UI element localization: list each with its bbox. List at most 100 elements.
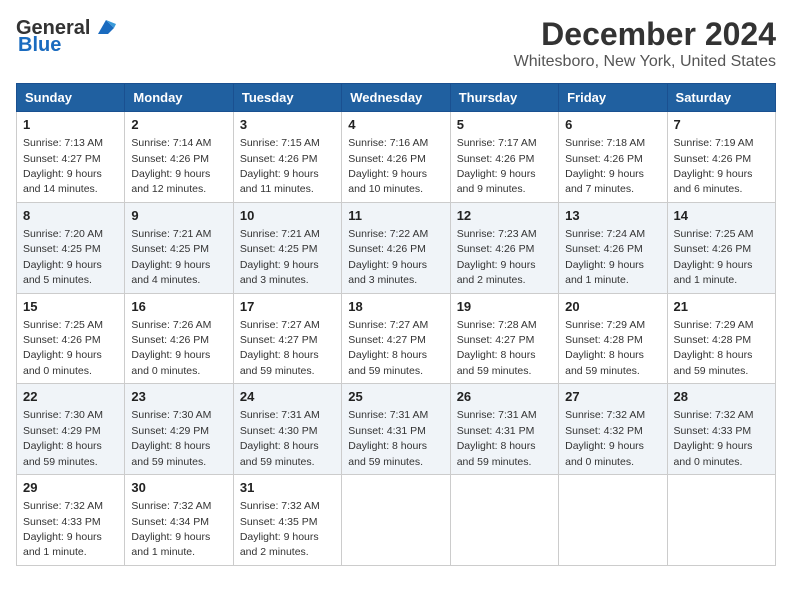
day-number: 17 [240,298,335,316]
calendar-cell: 21 Sunrise: 7:29 AM Sunset: 4:28 PM Dayl… [667,293,775,384]
daylight-info: Daylight: 9 hours and 3 minutes. [348,259,427,286]
sunset-info: Sunset: 4:32 PM [565,425,643,437]
header-saturday: Saturday [667,84,775,112]
sunrise-info: Sunrise: 7:23 AM [457,228,537,240]
daylight-info: Daylight: 8 hours and 59 minutes. [348,349,427,376]
daylight-info: Daylight: 9 hours and 0 minutes. [674,440,753,467]
sunset-info: Sunset: 4:25 PM [23,243,101,255]
sunset-info: Sunset: 4:27 PM [457,334,535,346]
sunrise-info: Sunrise: 7:19 AM [674,137,754,149]
calendar-cell: 22 Sunrise: 7:30 AM Sunset: 4:29 PM Dayl… [17,384,125,475]
daylight-info: Daylight: 9 hours and 1 minute. [674,259,753,286]
sunset-info: Sunset: 4:29 PM [131,425,209,437]
sunset-info: Sunset: 4:26 PM [674,243,752,255]
day-number: 25 [348,388,443,406]
sunset-info: Sunset: 4:26 PM [348,153,426,165]
sunrise-info: Sunrise: 7:29 AM [674,319,754,331]
day-number: 5 [457,116,552,134]
calendar-cell: 25 Sunrise: 7:31 AM Sunset: 4:31 PM Dayl… [342,384,450,475]
sunrise-info: Sunrise: 7:31 AM [348,409,428,421]
calendar-cell: 26 Sunrise: 7:31 AM Sunset: 4:31 PM Dayl… [450,384,558,475]
sunrise-info: Sunrise: 7:28 AM [457,319,537,331]
daylight-info: Daylight: 9 hours and 10 minutes. [348,168,427,195]
day-number: 28 [674,388,769,406]
day-number: 2 [131,116,226,134]
daylight-info: Daylight: 8 hours and 59 minutes. [348,440,427,467]
sunset-info: Sunset: 4:26 PM [674,153,752,165]
day-number: 14 [674,207,769,225]
calendar-cell: 1 Sunrise: 7:13 AM Sunset: 4:27 PM Dayli… [17,112,125,203]
sunset-info: Sunset: 4:27 PM [348,334,426,346]
day-number: 6 [565,116,660,134]
header-sunday: Sunday [17,84,125,112]
calendar-cell: 28 Sunrise: 7:32 AM Sunset: 4:33 PM Dayl… [667,384,775,475]
sunset-info: Sunset: 4:27 PM [240,334,318,346]
week-row-2: 8 Sunrise: 7:20 AM Sunset: 4:25 PM Dayli… [17,202,776,293]
daylight-info: Daylight: 8 hours and 59 minutes. [131,440,210,467]
header-friday: Friday [559,84,667,112]
sunset-info: Sunset: 4:35 PM [240,516,318,528]
calendar-cell: 9 Sunrise: 7:21 AM Sunset: 4:25 PM Dayli… [125,202,233,293]
daylight-info: Daylight: 9 hours and 4 minutes. [131,259,210,286]
day-number: 15 [23,298,118,316]
sunset-info: Sunset: 4:27 PM [23,153,101,165]
sunset-info: Sunset: 4:26 PM [457,243,535,255]
calendar-cell: 7 Sunrise: 7:19 AM Sunset: 4:26 PM Dayli… [667,112,775,203]
day-number: 23 [131,388,226,406]
calendar-cell: 24 Sunrise: 7:31 AM Sunset: 4:30 PM Dayl… [233,384,341,475]
logo-icon [94,16,118,40]
sunrise-info: Sunrise: 7:31 AM [240,409,320,421]
calendar-header-row: SundayMondayTuesdayWednesdayThursdayFrid… [17,84,776,112]
sunset-info: Sunset: 4:31 PM [457,425,535,437]
sunrise-info: Sunrise: 7:17 AM [457,137,537,149]
daylight-info: Daylight: 9 hours and 2 minutes. [457,259,536,286]
day-number: 3 [240,116,335,134]
daylight-info: Daylight: 9 hours and 1 minute. [23,531,102,558]
sunset-info: Sunset: 4:26 PM [457,153,535,165]
logo-blue: Blue [18,34,61,57]
sunrise-info: Sunrise: 7:32 AM [131,500,211,512]
daylight-info: Daylight: 9 hours and 0 minutes. [131,349,210,376]
calendar-cell [342,475,450,566]
sunset-info: Sunset: 4:34 PM [131,516,209,528]
calendar-cell: 29 Sunrise: 7:32 AM Sunset: 4:33 PM Dayl… [17,475,125,566]
daylight-info: Daylight: 9 hours and 1 minute. [565,259,644,286]
day-number: 8 [23,207,118,225]
sunrise-info: Sunrise: 7:32 AM [240,500,320,512]
sunrise-info: Sunrise: 7:26 AM [131,319,211,331]
daylight-info: Daylight: 8 hours and 59 minutes. [240,349,319,376]
calendar-cell: 6 Sunrise: 7:18 AM Sunset: 4:26 PM Dayli… [559,112,667,203]
week-row-5: 29 Sunrise: 7:32 AM Sunset: 4:33 PM Dayl… [17,475,776,566]
day-number: 24 [240,388,335,406]
sunset-info: Sunset: 4:29 PM [23,425,101,437]
day-number: 4 [348,116,443,134]
daylight-info: Daylight: 9 hours and 11 minutes. [240,168,319,195]
sunrise-info: Sunrise: 7:14 AM [131,137,211,149]
calendar-cell: 8 Sunrise: 7:20 AM Sunset: 4:25 PM Dayli… [17,202,125,293]
sunrise-info: Sunrise: 7:32 AM [565,409,645,421]
sunrise-info: Sunrise: 7:25 AM [23,319,103,331]
sunset-info: Sunset: 4:26 PM [240,153,318,165]
sunset-info: Sunset: 4:26 PM [131,334,209,346]
daylight-info: Daylight: 9 hours and 14 minutes. [23,168,102,195]
day-number: 26 [457,388,552,406]
page-header: General Blue December 2024 Whitesboro, N… [16,16,776,71]
calendar-cell: 16 Sunrise: 7:26 AM Sunset: 4:26 PM Dayl… [125,293,233,384]
calendar-cell: 15 Sunrise: 7:25 AM Sunset: 4:26 PM Dayl… [17,293,125,384]
sunrise-info: Sunrise: 7:27 AM [240,319,320,331]
sunset-info: Sunset: 4:33 PM [674,425,752,437]
day-number: 7 [674,116,769,134]
day-number: 16 [131,298,226,316]
sunrise-info: Sunrise: 7:21 AM [240,228,320,240]
header-tuesday: Tuesday [233,84,341,112]
sunrise-info: Sunrise: 7:22 AM [348,228,428,240]
calendar-cell: 30 Sunrise: 7:32 AM Sunset: 4:34 PM Dayl… [125,475,233,566]
week-row-3: 15 Sunrise: 7:25 AM Sunset: 4:26 PM Dayl… [17,293,776,384]
day-number: 22 [23,388,118,406]
sunset-info: Sunset: 4:26 PM [565,243,643,255]
daylight-info: Daylight: 8 hours and 59 minutes. [23,440,102,467]
day-number: 11 [348,207,443,225]
sunrise-info: Sunrise: 7:27 AM [348,319,428,331]
calendar-cell: 2 Sunrise: 7:14 AM Sunset: 4:26 PM Dayli… [125,112,233,203]
calendar-cell: 17 Sunrise: 7:27 AM Sunset: 4:27 PM Dayl… [233,293,341,384]
